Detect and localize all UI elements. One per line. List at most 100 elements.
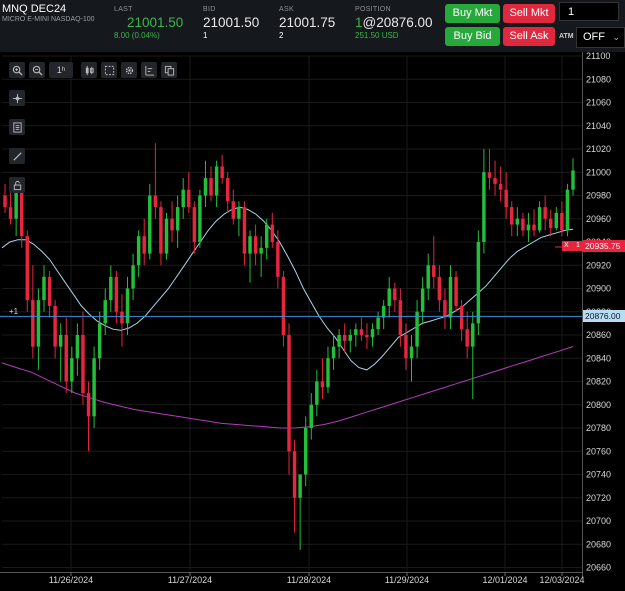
layers-icon[interactable]	[161, 62, 177, 78]
price-tick-label: 21000	[586, 167, 611, 177]
price-tick-label: 20700	[586, 516, 611, 526]
candle-up	[337, 335, 341, 347]
candle-down	[320, 381, 325, 388]
candle-down	[142, 236, 146, 254]
candle-up	[309, 404, 314, 428]
price-chart[interactable]: 21100 21080 21060 21040 21020 21000 20980 20960…	[0, 52, 625, 591]
candle-up	[315, 381, 319, 405]
candle-down	[242, 207, 247, 254]
candle-down	[253, 236, 258, 254]
price-tick-label: 20840	[586, 353, 611, 363]
candle-down	[459, 305, 464, 330]
bid-size: 1	[203, 31, 208, 40]
indicators-icon[interactable]	[141, 62, 157, 78]
ask-size: 2	[279, 31, 284, 40]
position-qty: 1	[355, 15, 363, 30]
price-tick-label: 20720	[586, 493, 611, 503]
candle-style-icon[interactable]	[81, 62, 97, 78]
candle-up	[264, 224, 269, 248]
candle-up	[75, 335, 80, 359]
candle-down	[510, 207, 514, 225]
ask-label: ASK	[279, 6, 294, 13]
price-tick-label: 20800	[586, 400, 611, 410]
position-price: @20876.00	[362, 15, 433, 30]
sell-market-button[interactable]: Sell Mkt	[503, 4, 555, 23]
candle-up	[42, 276, 46, 301]
chevron-down-icon: ⌄	[612, 32, 620, 42]
candle-up	[198, 195, 202, 242]
candle-down	[432, 265, 436, 277]
candle-down	[521, 218, 525, 231]
zoom-out-icon[interactable]	[29, 62, 45, 78]
candle-up	[571, 170, 575, 190]
candle-down	[120, 311, 124, 324]
time-tick-label: 12/03/2024	[539, 575, 584, 585]
lock-icon[interactable]	[9, 177, 25, 193]
candle-up	[426, 265, 430, 289]
candle-down	[404, 335, 408, 359]
price-tick-label: 20780	[586, 423, 611, 433]
bid-price: 21001.50	[203, 15, 260, 30]
candle-down	[226, 178, 230, 202]
candle-up	[136, 236, 141, 266]
gear-icon[interactable]	[121, 62, 137, 78]
time-tick-label: 11/29/2024	[385, 575, 429, 585]
chart-grid	[2, 55, 582, 570]
candle-up	[36, 300, 41, 347]
time-axis[interactable]: 11/26/2024 11/27/2024 11/28/2024 11/29/2024…	[0, 572, 585, 585]
price-tick-label: 20900	[586, 284, 611, 294]
price-tick-label: 21060	[586, 98, 611, 108]
zoom-in-icon[interactable]	[9, 62, 25, 78]
candle-up	[175, 207, 180, 231]
interval-button[interactable]: 1ʰ	[49, 62, 73, 78]
candle-up	[381, 305, 386, 318]
candle-down	[287, 335, 291, 452]
price-tick-label: 20920	[586, 260, 611, 270]
candle-down	[159, 207, 163, 254]
candle-down	[548, 218, 553, 229]
candle-down	[493, 178, 497, 184]
crosshair-icon[interactable]	[9, 90, 25, 106]
candle-down	[454, 276, 458, 306]
price-tick-label: 21020	[586, 144, 611, 154]
candle-up	[370, 329, 375, 338]
candle-up	[125, 288, 130, 324]
candle-down	[292, 451, 297, 498]
candle-down	[3, 195, 7, 208]
candle-up	[148, 195, 152, 254]
time-tick-label: 11/27/2024	[168, 575, 212, 585]
trend-line-icon[interactable]	[9, 148, 25, 164]
atm-select[interactable]: OFF ⌄	[576, 27, 625, 48]
quantity-input[interactable]: 1	[559, 2, 619, 21]
candle-down	[114, 276, 119, 312]
candle-down	[231, 201, 236, 219]
price-tick-label: 20760	[586, 446, 611, 456]
order-header: MNQ DEC24 MICRO E-MINI NASDAQ-100 LAST 2…	[0, 0, 625, 52]
candle-down	[465, 329, 469, 347]
symbol-description: MICRO E-MINI NASDAQ-100	[2, 16, 95, 23]
candles-layer	[3, 143, 575, 551]
candle-down	[560, 212, 564, 231]
candle-down	[281, 276, 286, 335]
candle-down	[192, 207, 197, 242]
candle-up	[409, 346, 414, 359]
candle-up	[476, 242, 481, 324]
candle-down	[276, 242, 280, 277]
sell-ask-button[interactable]: Sell Ask	[503, 27, 555, 46]
bid-label: BID	[203, 6, 216, 13]
candle-down	[365, 335, 369, 338]
time-tick-label: 11/28/2024	[287, 575, 331, 585]
candle-up	[109, 276, 113, 301]
candle-up	[554, 212, 559, 229]
candle-down	[31, 300, 35, 347]
symbol-code[interactable]: MNQ DEC24	[2, 3, 66, 15]
cancel-order-icon[interactable]: X	[564, 241, 569, 251]
candle-up	[14, 189, 18, 219]
order-tag[interactable]: X 1	[562, 241, 583, 251]
select-area-icon[interactable]	[101, 62, 117, 78]
buy-bid-button[interactable]: Buy Bid	[445, 27, 500, 46]
candle-down	[270, 224, 275, 242]
atm-select-value: OFF	[583, 31, 605, 43]
notes-icon[interactable]	[9, 119, 25, 135]
buy-market-button[interactable]: Buy Mkt	[445, 4, 500, 23]
